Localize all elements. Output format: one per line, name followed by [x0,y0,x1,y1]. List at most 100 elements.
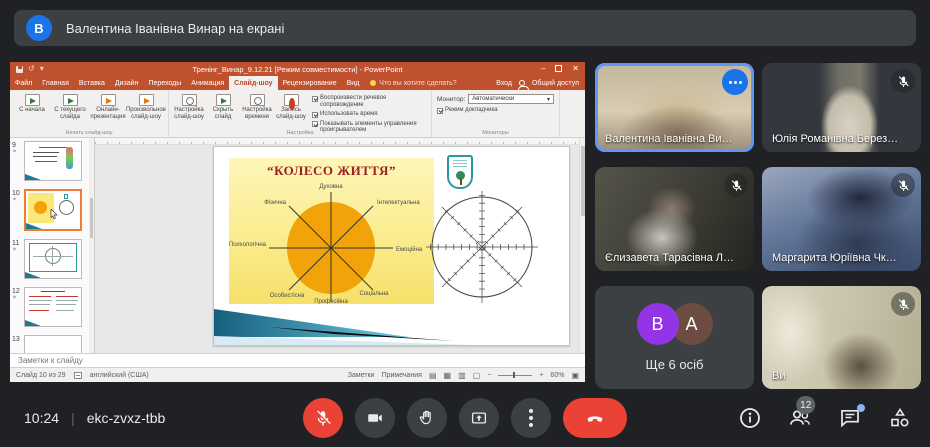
undo-icon[interactable]: ↺ [28,65,35,73]
setup-slideshow-button[interactable]: Настройка слайд-шоу [172,92,206,128]
ppt-menu-bar: Файл Главная Вставка Дизайн Переходы Ани… [10,76,585,90]
vertical-scrollbar[interactable] [579,138,585,353]
tab-review[interactable]: Рецензирование [278,76,342,90]
participant-tile-marharyta[interactable]: Маргарита Юріївна Чк… [762,167,921,271]
slide-13-thumb[interactable] [24,335,82,353]
checkbox-checked-icon [312,112,318,118]
notes-toggle[interactable]: Заметки [348,372,375,379]
mic-muted-icon [891,173,915,197]
monitor-value: Автоматически [472,96,514,102]
thumbnail-slide-9[interactable]: 9 ✶ [12,141,94,181]
comments-toggle[interactable]: Примечания [382,372,422,379]
present-online-icon [101,94,116,106]
tab-slideshow[interactable]: Слайд-шоу [229,76,277,90]
participant-tile-yelyzaveta[interactable]: Єлизавета Тарасівна Л… [595,167,754,271]
ribbon-group-monitors: Монитор: Автоматически ▾ Режим докладчик… [432,90,560,137]
zoom-in-button[interactable]: + [539,372,543,379]
close-button[interactable]: ✕ [572,64,579,74]
reading-view-icon[interactable]: ▥ [458,371,466,380]
play-narrations-checkbox[interactable]: Воспроизвести речевое сопровождение [312,95,426,108]
custom-slideshow-button[interactable]: Произвольное слайд-шоу [127,92,165,128]
tab-insert[interactable]: Вставка [74,76,110,90]
zoom-level[interactable]: 60% [550,372,564,379]
monitor-row: Монитор: Автоматически ▾ [437,94,554,104]
zoom-slider[interactable] [498,375,532,376]
restore-button[interactable] [555,65,562,72]
thumbnail-slide-13[interactable]: 13 [12,335,94,353]
chat-button[interactable] [838,406,862,430]
slideshow-checkboxes: Воспроизвести речевое сопровождение Испо… [308,92,428,128]
participant-name: Юлія Романівна Берез… [772,133,913,145]
camera-button[interactable] [355,398,395,438]
rehearse-timings-icon [250,94,265,106]
more-options-icon[interactable] [722,69,748,95]
tab-view[interactable]: Вид [342,76,365,90]
monitor-dropdown[interactable]: Автоматически ▾ [468,94,554,104]
meeting-details-button[interactable] [738,406,762,430]
tab-file[interactable]: Файл [10,76,37,90]
language-indicator[interactable]: английский (США) [90,372,149,379]
meet-control-bar: 10:24 | ekc-zvxz-tbb [0,389,930,447]
participant-tile-valentyna[interactable]: Валентина Іванівна Ви… [595,63,754,152]
blank-wheel-diagram [422,187,542,307]
from-beginning-button[interactable]: С начала [13,92,51,128]
presenter-avatar: В [26,15,52,41]
present-screen-button[interactable] [459,398,499,438]
show-everyone-button[interactable]: 12 [788,406,812,430]
lightbulb-icon [370,80,376,86]
share-button[interactable]: Общий доступ [532,80,579,87]
spellcheck-icon[interactable] [74,372,82,379]
chevron-down-icon: ▾ [547,96,550,103]
use-timings-checkbox[interactable]: Использовать время [312,111,426,118]
thumbnail-scrollbar[interactable] [89,138,94,353]
current-slide[interactable]: “КОЛЕСО ЖИТТЯ” Духовна Інте [213,146,570,346]
leave-call-button[interactable] [563,398,627,438]
slide-counter: Слайд 10 из 29 [16,372,66,379]
participant-name: Єлизавета Тарасівна Л… [605,252,746,264]
thumbnail-slide-12[interactable]: 12 ✶ [12,287,94,327]
notes-pane[interactable]: Заметки к слайду [10,353,585,367]
presenting-banner: В Валентина Іванівна Винар на екрані [14,10,916,46]
checkbox-checked-icon [312,96,318,102]
slide-sorter-view-icon[interactable]: ▦ [444,371,452,380]
slideshow-view-icon[interactable]: ▢ [473,371,481,380]
svg-text:Особистісна: Особистісна [270,293,305,299]
slide-10-thumb-selected[interactable] [24,189,82,231]
tell-me-box[interactable]: Что вы хотите сделать? [370,80,456,87]
from-current-slide-button[interactable]: С текущего слайда [51,92,89,128]
quick-access-dropdown-icon[interactable]: ▾ [40,65,44,73]
present-online-button[interactable]: Онлайн-презентация [89,92,127,128]
tab-animations[interactable]: Анимация [186,76,229,90]
self-view-tile[interactable]: Ви [762,286,921,389]
presenter-view-checkbox[interactable]: Режим докладчика [437,107,554,114]
slide-12-thumb[interactable] [24,287,82,327]
thumbnail-slide-10[interactable]: 10 ✶ [12,189,94,231]
thumbnail-slide-11[interactable]: 11 ✶ [12,239,94,279]
record-slideshow-button[interactable]: Запись слайд-шоу [274,92,308,128]
activities-button[interactable] [888,406,912,430]
overflow-participants-tile[interactable]: В А Ще 6 осіб [595,286,754,389]
rehearse-timings-button[interactable]: Настройка времени [240,92,274,128]
zoom-out-button[interactable]: − [487,372,491,379]
svg-text:Духовна: Духовна [319,184,343,190]
fit-to-window-icon[interactable]: ▣ [571,371,579,380]
animation-star-icon: ✶ [12,295,24,301]
mic-muted-icon [891,292,915,316]
sign-in-button[interactable]: Вход [496,80,512,87]
tab-transitions[interactable]: Переходы [143,76,186,90]
tab-home[interactable]: Главная [37,76,74,90]
participant-tile-yuliia[interactable]: Юлія Романівна Берез… [762,63,921,152]
raise-hand-button[interactable] [407,398,447,438]
hide-slide-button[interactable]: Скрыть слайд [206,92,240,128]
slide-11-thumb[interactable] [24,239,82,279]
more-options-button[interactable] [511,398,551,438]
save-icon[interactable] [16,66,23,73]
animation-star-icon: ✶ [12,197,24,203]
hide-slide-label: Скрыть слайд [206,107,240,120]
slide-9-thumb[interactable] [24,141,82,181]
normal-view-icon[interactable]: ▤ [429,371,437,380]
present-online-label: Онлайн-презентация [89,107,127,120]
tab-design[interactable]: Дизайн [110,76,144,90]
minimize-button[interactable]: – [541,64,545,74]
microphone-muted-button[interactable] [303,398,343,438]
